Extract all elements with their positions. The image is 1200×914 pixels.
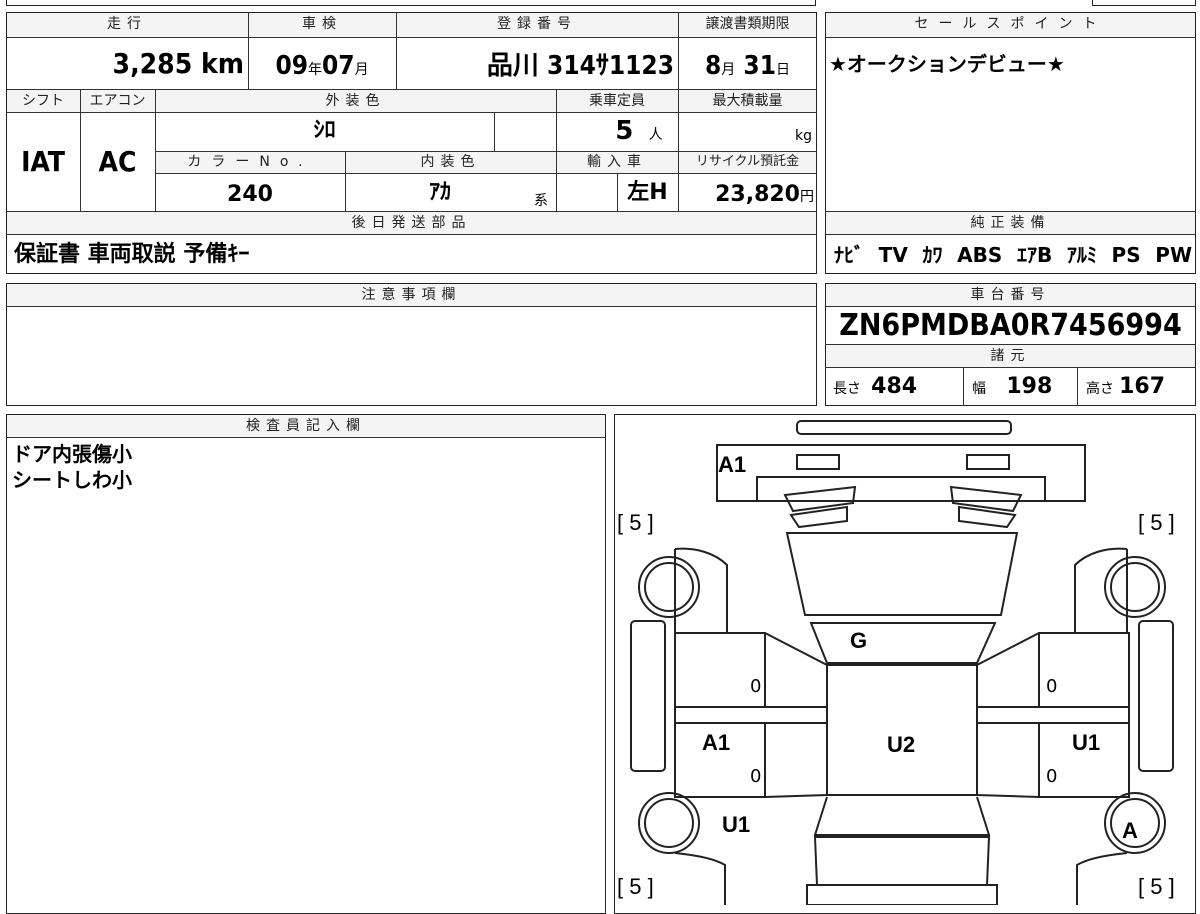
aircon-label: エアコン <box>89 93 146 109</box>
spec-width: 幅 198 <box>972 374 1053 399</box>
recycle-value: 23,820円 <box>715 182 814 207</box>
mileage-label: 走行 <box>107 16 147 32</box>
equipment-item: ﾅﾋﾞ <box>834 243 864 267</box>
later-parts-label: 後日発送部品 <box>351 215 472 231</box>
mark-right-rear-wheel: A <box>1122 818 1138 843</box>
interior-color-label: 内装色 <box>420 154 481 170</box>
tire-front-right: [ 5 ] <box>1138 510 1175 535</box>
transfer-deadline-value: 8月 31日 <box>705 51 790 81</box>
inspection-value: 09年07月 <box>275 51 369 81</box>
specs-label: 諸元 <box>990 348 1031 364</box>
zero-mark: 0 <box>1046 766 1058 787</box>
interior-suffix: 系 <box>534 193 548 209</box>
color-no-value: 240 <box>227 182 273 207</box>
registration-value: 品川 314ｻ1123 <box>486 51 674 81</box>
zero-mark: 0 <box>750 676 762 697</box>
import-value: 左H <box>627 180 668 205</box>
shift-value: IAT <box>21 145 65 178</box>
car-outline <box>630 420 1174 905</box>
later-parts-value: 保証書 車両取説 予備ｷｰ <box>14 242 250 267</box>
zero-mark: 0 <box>1046 676 1058 697</box>
aircon-value: AC <box>98 145 137 178</box>
color-no-label: カラーNo. <box>187 154 313 170</box>
exterior-color-label: 外装色 <box>325 93 386 109</box>
mark-roof: U2 <box>887 732 916 757</box>
sales-point-label: セールスポイント <box>914 16 1107 32</box>
inspector-note: シートしわ小 <box>12 468 132 492</box>
inspector-note: ドア内張傷小 <box>12 442 132 466</box>
mark-hood-glass: G <box>850 628 868 653</box>
mark-right-door-rear: U1 <box>1072 730 1101 755</box>
mark-left-rear-wheel: U1 <box>722 812 751 837</box>
tire-front-left: [ 5 ] <box>617 510 654 535</box>
shift-label: シフト <box>22 93 64 109</box>
transfer-deadline-label: 譲渡書類期限 <box>705 16 790 32</box>
exterior-color-value: ｼﾛ <box>313 118 336 143</box>
max-load-label: 最大積載量 <box>712 93 783 109</box>
inspector-label: 検査員記入欄 <box>246 418 366 434</box>
recycle-label: リサイクル預託金 <box>695 154 800 169</box>
spec-length: 長さ 484 <box>833 374 918 399</box>
equipment-item: ｶﾜ <box>922 243 943 267</box>
import-label: 輸入車 <box>587 154 647 170</box>
sales-point-value: ★オークションデビュー★ <box>829 52 1065 76</box>
spec-height: 高さ 167 <box>1086 374 1166 399</box>
chassis-value: ZN6PMDBA0R7456994 <box>839 308 1182 343</box>
equipment-item: ｴｱB <box>1016 243 1053 267</box>
capacity-value: 5 人 <box>615 116 663 146</box>
tire-rear-left: [ 5 ] <box>617 874 654 899</box>
top-strip <box>6 0 816 6</box>
zero-mark: 0 <box>750 766 762 787</box>
genuine-equipment-label: 純正装備 <box>970 215 1051 231</box>
notes-label: 注意事項欄 <box>361 287 462 303</box>
equipment-item: PS <box>1111 243 1141 267</box>
tire-rear-right: [ 5 ] <box>1138 874 1175 899</box>
inspection-label: 車検 <box>302 16 342 32</box>
equipment-item: PW <box>1155 243 1192 267</box>
top-strip-right <box>1092 0 1196 6</box>
mileage-value: 3,285 km <box>112 47 244 80</box>
chassis-label: 車台番号 <box>970 287 1051 303</box>
mark-front: A1 <box>718 452 747 477</box>
capacity-label: 乗車定員 <box>589 93 645 109</box>
registration-label: 登録番号 <box>497 16 577 32</box>
genuine-equipment-list: ﾅﾋﾞ TV ｶﾜ ABS ｴｱB ｱﾙﾐ PS PW <box>834 240 1192 270</box>
max-load-unit: kg <box>795 128 812 144</box>
mark-left-door-rear: A1 <box>702 730 731 755</box>
interior-color-value: ｱｶ <box>428 180 451 205</box>
equipment-item: ABS <box>957 243 1003 267</box>
equipment-item: ｱﾙﾐ <box>1066 243 1097 267</box>
equipment-item: TV <box>878 243 908 267</box>
